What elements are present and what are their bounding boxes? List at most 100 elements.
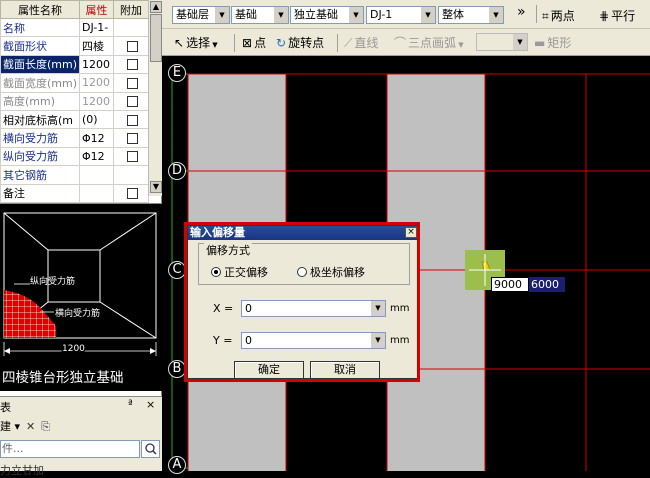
property-value[interactable]: Φ12	[79, 128, 114, 148]
property-value[interactable]: 1200	[79, 73, 114, 93]
property-extra-checkbox[interactable]	[126, 188, 138, 200]
property-extra-checkbox[interactable]	[126, 151, 138, 163]
property-row[interactable]: 相对底标高(m (0)	[0, 109, 149, 130]
offset-mode-label: 偏移方式	[204, 242, 252, 258]
property-name: 截面形状	[0, 36, 80, 56]
pin-icon[interactable]: ª	[128, 399, 133, 410]
y-unit: mm	[390, 335, 410, 346]
y-offset-input[interactable]: 0 ▼	[241, 332, 386, 349]
property-extra-cell	[113, 165, 149, 185]
radio-polar[interactable]: 极坐标偏移	[297, 264, 365, 280]
three-point-arc-button[interactable]: ⌒ 三点画弧 ▼	[394, 34, 464, 51]
element-select[interactable]: DJ-1 ▼	[366, 6, 436, 24]
property-value[interactable]: 1200	[79, 91, 114, 111]
layer-select[interactable]: 基础层 ▼	[172, 6, 230, 24]
property-panel: 属性名称 属性 附加 名称 DJ-1- 截面形状 四棱 截面长度(mm) 120…	[0, 0, 162, 477]
radio-unchecked-icon	[297, 267, 307, 277]
rotate-point-button[interactable]: ↻ 旋转点	[276, 34, 324, 51]
property-name: 其它钢筋	[0, 165, 80, 185]
parallel-button[interactable]: ⋕ 平行	[599, 7, 635, 24]
category-select[interactable]: 基础 ▼	[231, 6, 289, 24]
rectangle-button[interactable]: ▬ 矩形	[534, 34, 571, 51]
offset-mode-group: 偏移方式 正交偏移 极坐标偏移	[198, 242, 410, 285]
property-extra-checkbox[interactable]	[126, 133, 138, 145]
copy-icon[interactable]: ⎘	[41, 420, 50, 433]
property-extra-checkbox[interactable]	[126, 77, 138, 89]
property-row[interactable]: 其它钢筋	[0, 165, 149, 185]
chevron-down-icon: ▼	[489, 7, 503, 23]
property-name: 相对底标高(m	[0, 109, 80, 130]
preview-caption: 四棱锥台形独立基础	[2, 370, 124, 386]
property-row[interactable]: 备注	[0, 183, 149, 203]
property-row[interactable]: 截面长度(mm) 1200	[0, 54, 149, 75]
coordinate-y-input[interactable]: 6000	[529, 277, 565, 292]
scroll-down-icon[interactable]: ▼	[150, 181, 162, 193]
property-row[interactable]: 纵向受力筋 Φ12	[0, 146, 149, 167]
property-extra-checkbox[interactable]	[126, 59, 138, 71]
new-dropdown-button[interactable]: 建 ▾	[0, 420, 20, 433]
x-unit: mm	[390, 303, 410, 314]
column-header-attr[interactable]: 属性	[79, 0, 114, 19]
section-preview: 纵向受力筋 横向受力筋 1200	[0, 203, 162, 391]
toolbar-more-button[interactable]: »	[517, 4, 526, 20]
property-row[interactable]: 高度(mm) 1200	[0, 91, 149, 111]
x-offset-input[interactable]: 0 ▼	[241, 300, 386, 317]
arc-icon: ⌒	[394, 36, 407, 50]
scroll-up-icon[interactable]: ▲	[150, 1, 162, 13]
scroll-thumb[interactable]	[150, 14, 162, 62]
property-value[interactable]: Φ12	[79, 146, 114, 167]
draw-toolbar: ↖ 选择 ▼ ⊠ 点 ↻ 旋转点 ⟋ 直线 ⌒ 三点画弧 ▼ ▼ ▬ 矩形	[162, 29, 650, 56]
cancel-button[interactable]: 取消	[310, 361, 380, 379]
search-button[interactable]	[141, 440, 160, 458]
property-extra-checkbox[interactable]	[126, 41, 138, 53]
type-select[interactable]: 独立基础 ▼	[290, 6, 364, 24]
line-icon: ⟋	[344, 36, 353, 50]
axis-label-a: A	[168, 456, 186, 474]
property-value[interactable]: (0)	[79, 109, 114, 130]
component-list-panel: 表 ª × 建 ▾ ✕ ⎘ 件... 力立甘加	[0, 396, 162, 477]
property-extra-cell	[113, 17, 149, 38]
rotate-icon: ↻	[276, 36, 287, 50]
point-icon: ⊠	[242, 36, 253, 50]
coordinate-x-input[interactable]: 9000	[491, 277, 529, 292]
axis-label-e: E	[168, 64, 186, 82]
two-point-button[interactable]: ⌗ 两点	[542, 7, 575, 24]
search-icon	[145, 443, 157, 455]
property-extra-checkbox[interactable]	[126, 114, 138, 126]
property-row[interactable]: 名称 DJ-1-	[0, 17, 149, 38]
panel-toolbar: 建 ▾ ✕ ⎘	[0, 418, 50, 434]
property-value[interactable]	[79, 183, 114, 203]
ok-button[interactable]: 确定	[234, 361, 304, 379]
delete-icon[interactable]: ✕	[26, 420, 35, 433]
close-icon[interactable]: ×	[405, 227, 417, 238]
select-button[interactable]: ↖ 选择 ▼	[174, 34, 218, 51]
property-extra-checkbox[interactable]	[126, 96, 138, 108]
property-scrollbar[interactable]: ▲ ▼	[148, 0, 162, 196]
property-row[interactable]: 截面形状 四棱	[0, 36, 149, 56]
parallel-icon: ⋕	[599, 9, 610, 23]
property-name: 高度(mm)	[0, 91, 80, 111]
panel-title: 表	[0, 401, 11, 414]
search-input[interactable]: 件...	[0, 440, 140, 458]
property-value[interactable]: 1200	[79, 54, 114, 75]
property-name: 截面宽度(mm)	[0, 73, 80, 93]
column-header-extra[interactable]: 附加	[113, 0, 149, 19]
property-value[interactable]	[79, 165, 114, 185]
close-icon[interactable]: ×	[146, 398, 155, 411]
list-item[interactable]: 力立甘加	[0, 462, 44, 478]
point-button[interactable]: ⊠ 点	[242, 34, 266, 51]
column-header-name[interactable]: 属性名称	[0, 0, 80, 19]
chevron-down-icon: ▼	[371, 301, 385, 316]
property-row[interactable]: 截面宽度(mm) 1200	[0, 73, 149, 93]
property-value[interactable]: 四棱	[79, 36, 114, 56]
chevron-down-icon: ▼	[349, 7, 363, 23]
radio-checked-icon	[211, 267, 221, 277]
part-select[interactable]: 整体 ▼	[438, 6, 504, 24]
dialog-title[interactable]: 输入偏移量	[188, 226, 418, 240]
property-row[interactable]: 横向受力筋 Φ12	[0, 128, 149, 148]
property-value[interactable]: DJ-1-	[79, 17, 114, 38]
radio-orthogonal[interactable]: 正交偏移	[211, 264, 268, 280]
line-button[interactable]: ⟋ 直线	[344, 34, 378, 51]
draw-option-select[interactable]: ▼	[476, 33, 528, 51]
preview-label-transverse: 横向受力筋	[55, 307, 100, 319]
